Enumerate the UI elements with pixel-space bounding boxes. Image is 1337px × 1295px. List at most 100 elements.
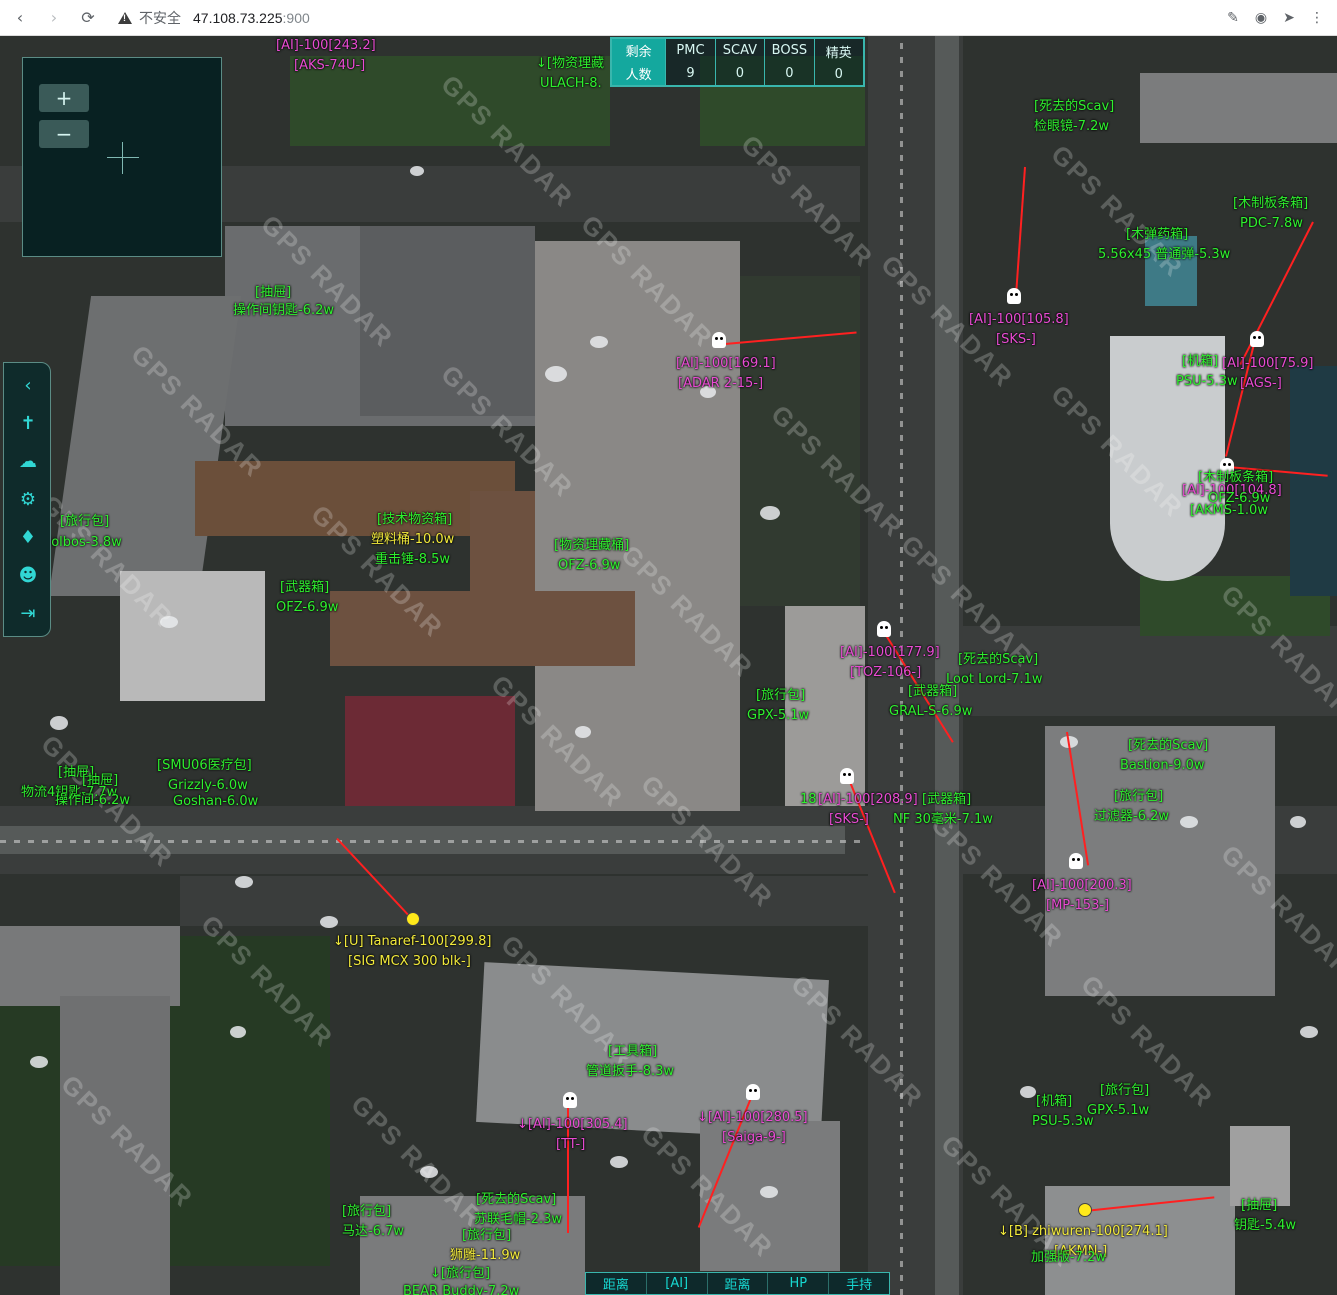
ai-marker[interactable] [746, 1084, 760, 1100]
counter-elite: 精英 0 [815, 39, 863, 85]
loot-item-label: 马达-6.7w [342, 1224, 404, 1239]
loot-label: [死去的Scav] [958, 652, 1039, 667]
mask-icon[interactable]: ☻ [16, 563, 40, 587]
url-host: 47.108.73.225 [193, 9, 283, 26]
zoom-out-button[interactable]: − [39, 120, 89, 148]
building [330, 591, 635, 666]
zoom-in-button[interactable]: + [39, 84, 89, 112]
loot-item-label: GPX-5.1w [747, 708, 810, 723]
loot-item-label: 狮雕-11.9w [450, 1248, 521, 1263]
loot-label: [抽屉] [255, 285, 292, 300]
loot-label: [武器箱] [280, 580, 330, 595]
building [1140, 73, 1337, 143]
bottom-player-bar: 距离 [AI] 距离 HP 手持 [585, 1272, 890, 1295]
ai-label: [AI]-100[105.8] [969, 312, 1069, 327]
counter-boss: BOSS 0 [765, 39, 815, 85]
loot-item-label: 检眼镜-7.2w [1034, 119, 1109, 134]
loot-label: [SMU06医疗包] [157, 758, 252, 773]
loot-item-label: 苏联毛帽-2.3w [474, 1212, 562, 1227]
cloud-icon[interactable]: ☁ [16, 449, 40, 473]
reload-icon[interactable]: ⟳ [74, 4, 102, 32]
column-distance-2[interactable]: 距离 [708, 1273, 769, 1294]
loot-label: [武器箱] [908, 684, 958, 699]
building [345, 696, 515, 806]
ai-marker[interactable] [840, 768, 854, 784]
player-weapon-label: [SIG MCX 300 blk-] [348, 954, 471, 969]
ai-marker[interactable] [563, 1092, 577, 1108]
gear-icon[interactable]: ⚙ [16, 487, 40, 511]
loot-item-label: 重击锤-8.5w [375, 552, 450, 567]
loot-label: [旅行包] [60, 514, 110, 529]
counter-value: 0 [834, 67, 843, 82]
loot-label: [工具箱] [608, 1044, 658, 1059]
loot-item-label: Loot Lord-7.1w [946, 672, 1043, 687]
loot-label: [旅行包] [1100, 1083, 1150, 1098]
ai-marker[interactable] [877, 621, 891, 637]
loot-item-label: PSU-5.3w [1032, 1114, 1094, 1129]
loot-item-label: GRAL-S-6.9w [889, 704, 973, 719]
loot-item-label: 操作间-6.2w [55, 793, 130, 808]
ai-weapon-label: [MP-153-] [1046, 898, 1110, 913]
column-weapon[interactable]: 手持 [829, 1273, 889, 1294]
loot-label: [木制板条箱] [1233, 196, 1309, 211]
more-icon[interactable]: ⋮ [1303, 4, 1331, 32]
player-marker[interactable] [1078, 1203, 1092, 1217]
column-hp[interactable]: HP [768, 1273, 830, 1294]
ai-marker[interactable] [1007, 288, 1021, 304]
loot-item-label: OFZ-6.9w [276, 600, 339, 615]
address-bar[interactable]: 不安全 47.108.73.225:900 [118, 8, 310, 28]
ai-marker[interactable] [712, 332, 726, 348]
loot-label: [旅行包] [1114, 789, 1164, 804]
player-marker[interactable] [406, 912, 420, 926]
building [1290, 366, 1337, 596]
chevron-left-icon[interactable]: ‹ [16, 373, 40, 397]
insecure-label: 不安全 [139, 9, 181, 26]
ai-marker[interactable] [1069, 853, 1083, 869]
send-icon[interactable]: ➤ [1275, 4, 1303, 32]
loot-label: [旅行包] [462, 1228, 512, 1243]
camera-icon[interactable]: ◉ [1247, 4, 1275, 32]
player-label: ↓[B] zhiwuren-100[274.1] [998, 1224, 1168, 1239]
loot-label: [死去的Scav] [1034, 99, 1115, 114]
logout-icon[interactable]: ⇥ [16, 601, 40, 625]
loot-label: [旅行包] [342, 1204, 392, 1219]
counter-row2-label: 人数 [625, 68, 652, 83]
url-port: :900 [282, 9, 310, 26]
column-distance[interactable]: 距离 [586, 1273, 647, 1294]
loot-item-label: Molbos-3.8w [40, 535, 122, 550]
loot-item-label: OFZ-6.9w [558, 558, 621, 573]
loot-item-label: PSU-5.3w [1176, 374, 1238, 389]
loot-item-label: 5.56x45 普通弹-5.3w [1098, 247, 1231, 262]
ai-weapon-label: [ADAR 2-15-] [678, 376, 764, 391]
building [0, 926, 180, 1006]
edit-icon[interactable]: ✎ [1219, 4, 1247, 32]
ai-weapon-label: [Saiga-9-] [722, 1130, 786, 1145]
browser-toolbar: ‹ › ⟳ 不安全 47.108.73.225:900 ✎ ◉ ➤ ⋮ [0, 0, 1337, 36]
loot-item-label: ULACH-8. [540, 76, 602, 91]
person-icon[interactable]: ✝ [16, 411, 40, 435]
minimap[interactable]: + − [22, 57, 222, 257]
road-vertical-lane [935, 36, 959, 1295]
counter-label-cell: 剩余 人数 [612, 39, 667, 85]
forward-icon[interactable]: › [40, 4, 68, 32]
loot-item-label: 过滤器-6.2w [1094, 809, 1169, 824]
ai-weapon-label: [AKMS-1.0w [1190, 503, 1268, 518]
loot-label: [木弹药箱] [1126, 227, 1189, 242]
building [1045, 1186, 1235, 1295]
ai-label: ↓[AI]-100[280.5] [697, 1110, 808, 1125]
back-icon[interactable]: ‹ [6, 4, 34, 32]
ai-weapon-label: [AKS-74U-] [294, 58, 366, 73]
column-ai[interactable]: [AI] [647, 1273, 708, 1294]
diamond-icon[interactable]: ♦ [16, 525, 40, 549]
loot-label: [死去的Scav] [476, 1192, 557, 1207]
building [1230, 1126, 1290, 1206]
loot-label: [旅行包] [756, 688, 806, 703]
loot-item-label: 钥匙-5.4w [1234, 1218, 1296, 1233]
ai-marker[interactable] [1250, 331, 1264, 347]
loot-label: [死去的Scav] [1128, 738, 1209, 753]
loot-item-label: BEAR Buddy-7.2w [403, 1284, 520, 1295]
side-toolbar: ‹ ✝ ☁ ⚙ ♦ ☻ ⇥ [3, 362, 51, 637]
counter-header: BOSS [771, 43, 808, 58]
crosshair-icon [122, 142, 123, 174]
counter-value: 9 [686, 66, 695, 81]
